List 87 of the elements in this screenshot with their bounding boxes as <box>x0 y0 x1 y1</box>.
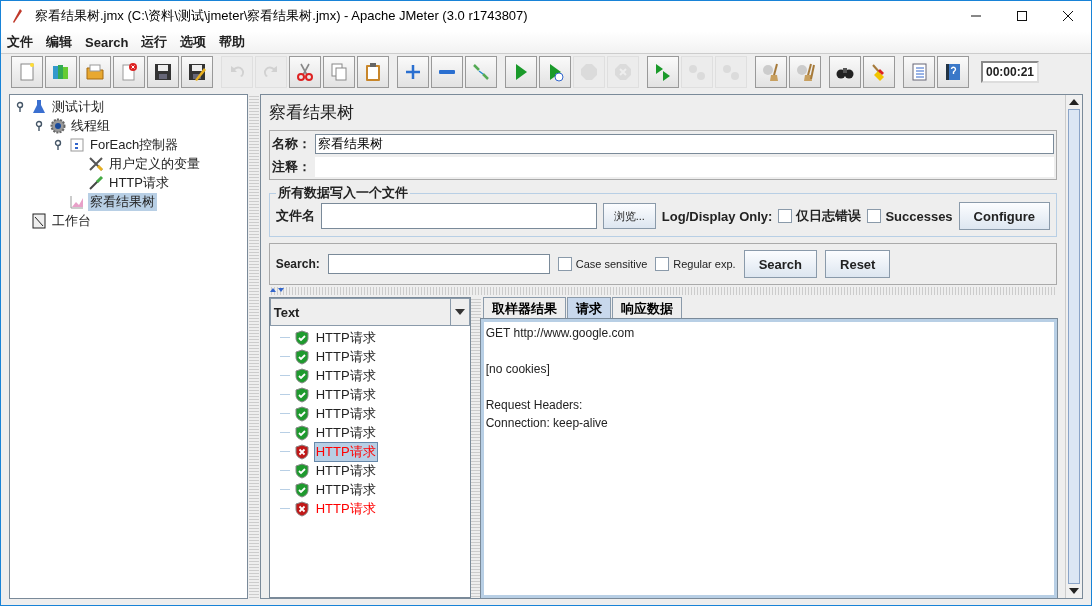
request-text-line: Connection: keep-alive <box>485 416 608 430</box>
request-text-line: [no cookies] <box>485 362 550 376</box>
menu-item[interactable]: 选项 <box>180 33 207 51</box>
scroll-up-icon[interactable] <box>1069 99 1079 105</box>
minus-icon <box>437 69 457 75</box>
floppy-pencil-icon <box>187 62 207 82</box>
list-icon <box>909 62 929 82</box>
close-icon <box>1062 10 1074 22</box>
request-text-line: Request Headers: <box>485 398 583 412</box>
reset-button[interactable]: Reset <box>825 250 891 278</box>
tree-node-label[interactable]: HTTP请求 <box>107 173 171 192</box>
toolbar-button[interactable] <box>829 56 861 88</box>
checkbox[interactable] <box>655 257 670 271</box>
notepad-icon <box>31 212 47 229</box>
controller-icon <box>69 136 85 153</box>
toolbar-button[interactable] <box>937 56 969 88</box>
maximize-icon <box>1016 10 1028 22</box>
result-item[interactable]: HTTP请求 <box>313 479 378 500</box>
copy-icon <box>329 62 349 82</box>
tree-node-label[interactable]: 测试计划 <box>50 97 106 116</box>
result-item[interactable]: HTTP请求 <box>313 498 378 519</box>
tree-node-label[interactable]: ForEach控制器 <box>88 135 181 154</box>
result-item[interactable]: HTTP请求 <box>313 384 378 405</box>
scroll-down-icon[interactable] <box>1069 588 1079 594</box>
gear-icon <box>50 117 66 134</box>
probes-icon <box>471 62 491 82</box>
books-icon <box>51 62 71 82</box>
file-group-legend: 所有数据写入一个文件 <box>275 184 410 202</box>
search-label: Search: <box>275 257 320 271</box>
panel-title: 察看结果树 <box>268 102 355 124</box>
file-name-label: 文件名 <box>275 207 315 225</box>
folder-icon <box>85 62 105 82</box>
result-item[interactable]: HTTP请求 <box>313 422 378 443</box>
checkbox[interactable] <box>867 209 882 223</box>
request-text-line: GET http://www.google.com <box>485 326 635 340</box>
clipboard-icon <box>363 62 383 82</box>
tree-node-label[interactable]: 工作台 <box>50 211 93 230</box>
tab[interactable]: 取样器结果 <box>482 297 566 319</box>
window-title: 察看结果树.jmx (C:\资料\测试\jmeter\察看结果树.jmx) - Apache JMeter (3.0 r1743807) <box>35 7 528 25</box>
comment-label: 注释： <box>271 157 311 176</box>
checkbox-label: Regular exp. <box>673 258 736 270</box>
search-field[interactable] <box>327 254 550 274</box>
pipette-icon <box>88 174 104 191</box>
search-button[interactable]: Search <box>743 250 817 278</box>
scissors-icon <box>295 62 315 82</box>
tree-node-label[interactable]: 线程组 <box>69 116 112 135</box>
help-book-icon <box>943 62 963 82</box>
elapsed-timer: 00:00:21 <box>981 61 1040 83</box>
checkbox[interactable] <box>557 257 572 271</box>
caret-icon <box>454 309 465 315</box>
split-arrows-icon[interactable] <box>268 287 285 293</box>
menu-item[interactable]: 帮助 <box>219 33 246 51</box>
toolbar-button[interactable] <box>147 56 179 88</box>
checkbox-label: 仅日志错误 <box>796 207 862 225</box>
toolbar-button[interactable] <box>181 56 213 88</box>
checkbox-label: Case sensitive <box>575 258 648 270</box>
blank-page-icon <box>17 62 37 82</box>
wrench-icon <box>88 155 104 172</box>
feather-icon <box>11 8 23 24</box>
tree-node-label[interactable]: 用户定义的变量 <box>107 154 202 173</box>
name-field[interactable]: 察看结果树 <box>314 133 1054 154</box>
chart-icon <box>69 193 85 210</box>
name-label: 名称： <box>271 134 311 153</box>
browse-button[interactable]: 浏览... <box>602 203 656 229</box>
plus-icon <box>403 62 423 82</box>
result-item[interactable]: HTTP请求 <box>313 365 378 386</box>
menu-item[interactable]: 编辑 <box>46 33 72 51</box>
renderer-dropdown[interactable]: Text <box>269 298 470 326</box>
log-display-label: Log/Display Only: <box>661 208 773 224</box>
checkbox[interactable] <box>778 209 793 223</box>
result-item[interactable]: HTTP请求 <box>313 403 378 424</box>
page-error-icon <box>119 62 139 82</box>
tree-node-label[interactable]: 察看结果树 <box>88 192 157 211</box>
tab[interactable]: 请求 <box>566 297 611 319</box>
flask-icon <box>31 98 47 115</box>
vertical-scrollbar[interactable] <box>1065 95 1082 598</box>
result-item[interactable]: HTTP请求 <box>313 460 378 481</box>
menu-item[interactable]: 文件 <box>7 33 33 51</box>
checkbox-label: Successes <box>885 208 953 224</box>
menu-item[interactable]: Search <box>85 34 129 50</box>
configure-button[interactable]: Configure <box>958 202 1050 230</box>
tab[interactable]: 响应数据 <box>611 297 682 319</box>
result-item[interactable]: HTTP请求 <box>313 346 378 367</box>
menu-item[interactable]: 运行 <box>141 33 168 51</box>
result-item[interactable]: HTTP请求 <box>313 327 378 348</box>
splitter[interactable] <box>470 297 481 598</box>
file-name-field[interactable] <box>320 203 597 229</box>
